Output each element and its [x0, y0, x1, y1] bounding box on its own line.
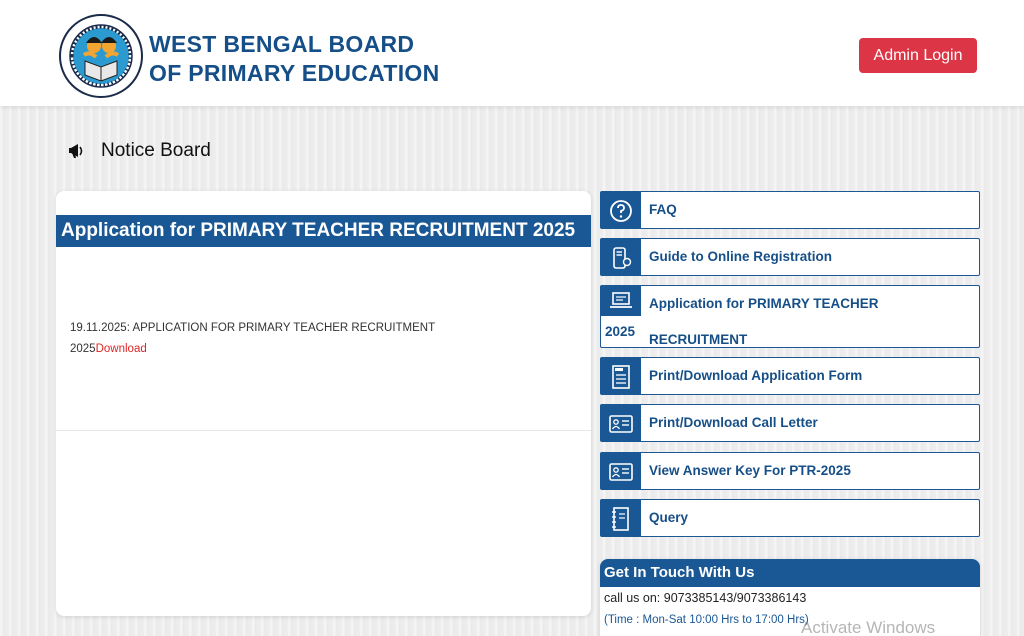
- guide-registration-label: Guide to Online Registration: [649, 249, 833, 264]
- print-application-form-label: Print/Download Application Form: [649, 368, 863, 383]
- brand-line-2: OF PRIMARY EDUCATION: [149, 60, 440, 86]
- print-call-letter-link[interactable]: Print/Download Call Letter: [600, 404, 980, 442]
- ptr-application-label-cont: 2025: [605, 324, 636, 339]
- mobile-guide-icon: [601, 239, 641, 275]
- laptop-icon: [601, 286, 641, 316]
- brand-line-1: WEST BENGAL BOARD: [149, 31, 415, 57]
- admin-login-button[interactable]: Admin Login: [859, 38, 977, 73]
- contact-hours: (Time : Mon-Sat 10:00 Hrs to 17:00 Hrs): [604, 614, 809, 626]
- question-icon: [601, 192, 641, 228]
- guide-registration-link[interactable]: Guide to Online Registration: [600, 238, 980, 276]
- faq-label: FAQ: [649, 202, 677, 217]
- wbbpe-seal-icon[interactable]: [58, 13, 144, 99]
- contact-heading: Get In Touch With Us: [600, 559, 980, 587]
- query-label: Query: [649, 510, 689, 525]
- notice-card: Application for PRIMARY TEACHER RECRUITM…: [56, 191, 591, 616]
- activate-windows-watermark: Activate Windows: [801, 618, 936, 636]
- notebook-icon: [601, 500, 641, 536]
- answer-key-label: View Answer Key For PTR-2025: [649, 463, 851, 478]
- notice-item: 19.11.2025: APPLICATION FOR PRIMARY TEAC…: [70, 318, 450, 360]
- contact-phone: call us on: 9073385143/9073386143: [604, 591, 807, 605]
- print-call-letter-label: Print/Download Call Letter: [649, 415, 818, 430]
- form-icon: [601, 358, 641, 394]
- print-application-form-link[interactable]: Print/Download Application Form: [600, 357, 980, 395]
- ptr-application-label: Application for PRIMARY TEACHER RECRUITM…: [649, 296, 879, 347]
- id-card-icon: [601, 405, 641, 441]
- brand-title[interactable]: WEST BENGAL BOARD OF PRIMARY EDUCATION: [149, 30, 440, 88]
- answer-key-link[interactable]: View Answer Key For PTR-2025: [600, 452, 980, 490]
- megaphone-icon: [68, 142, 86, 160]
- id-card-icon: [601, 453, 641, 489]
- faq-link[interactable]: FAQ: [600, 191, 980, 229]
- ptr-application-link[interactable]: Application for PRIMARY TEACHER RECRUITM…: [600, 285, 980, 348]
- notice-board-title: Notice Board: [101, 140, 211, 161]
- download-link[interactable]: Download: [96, 343, 147, 355]
- notice-card-heading: Application for PRIMARY TEACHER RECRUITM…: [56, 215, 591, 247]
- query-link[interactable]: Query: [600, 499, 980, 537]
- notice-divider: [56, 430, 591, 431]
- site-header: WEST BENGAL BOARD OF PRIMARY EDUCATION A…: [0, 0, 1024, 106]
